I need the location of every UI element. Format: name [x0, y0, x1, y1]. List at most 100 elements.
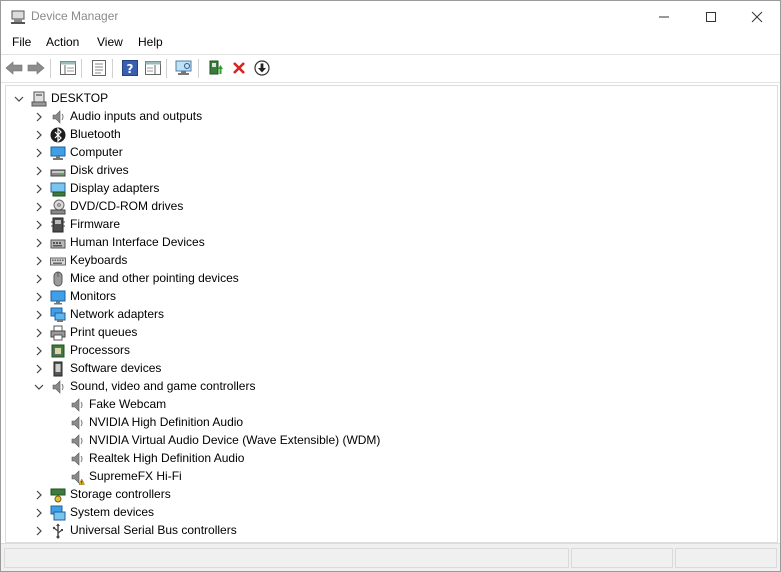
chevron-right-icon[interactable] [34, 165, 44, 177]
toolbar: ? [1, 54, 780, 83]
tree-category-software-devices[interactable]: Software devices [6, 360, 766, 378]
toolbar-separator [81, 59, 82, 78]
tree-category-computer[interactable]: Computer [6, 144, 766, 162]
menu-file[interactable]: File [12, 35, 31, 49]
show-hide-console-tree-icon [60, 61, 76, 75]
tree-category-audio-inputs-and-outputs[interactable]: Audio inputs and outputs [6, 108, 766, 126]
firmware-icon [51, 217, 65, 233]
tree-category-processors[interactable]: Processors [6, 342, 766, 360]
minimize-button[interactable] [641, 1, 687, 32]
menu-bar: File Action View Help [1, 32, 780, 53]
tree-category-bluetooth[interactable]: Bluetooth [6, 126, 766, 144]
mouse-icon [53, 271, 63, 287]
tree-category-keyboards[interactable]: Keyboards [6, 252, 766, 270]
menu-view[interactable]: View [97, 35, 123, 49]
tree-category-system-devices[interactable]: System devices [6, 504, 766, 522]
properties-button[interactable] [90, 59, 108, 77]
tree-root-label: DESKTOP [51, 91, 109, 105]
tree-category-print-queues[interactable]: Print queues [6, 324, 766, 342]
tree-category-display-adapters[interactable]: Display adapters [6, 180, 766, 198]
uninstall-device-icon [233, 62, 245, 74]
tree-category-universal-serial-bus-controllers[interactable]: Universal Serial Bus controllers [6, 522, 766, 540]
chevron-right-icon[interactable] [34, 309, 44, 321]
toolbar-separator [198, 59, 199, 78]
chevron-right-icon[interactable] [34, 489, 44, 501]
menu-help[interactable]: Help [138, 35, 163, 49]
tree-category-label: Display adapters [70, 181, 160, 195]
tree-category-sound-video-and-game-controllers[interactable]: Sound, video and game controllers [6, 378, 766, 396]
status-panel-3 [675, 548, 777, 568]
tree-device-fake-webcam[interactable]: Fake Webcam [6, 396, 766, 414]
chevron-right-icon[interactable] [34, 507, 44, 519]
chevron-right-icon[interactable] [34, 237, 44, 249]
tree-device-label: NVIDIA Virtual Audio Device (Wave Extens… [89, 433, 381, 447]
forward-arrow-icon [27, 61, 45, 75]
system-device-icon [50, 505, 66, 521]
device-tree[interactable]: DESKTOP Audio inputs and outputs Bluetoot… [5, 85, 778, 543]
tree-category-label: Network adapters [70, 307, 165, 321]
chevron-right-icon[interactable] [34, 273, 44, 285]
usb-icon [52, 523, 63, 539]
chevron-down-icon[interactable] [14, 93, 24, 105]
tree-category-dvd-cd-rom-drives[interactable]: DVD/CD-ROM drives [6, 198, 766, 216]
chevron-right-icon[interactable] [34, 363, 44, 375]
chevron-right-icon[interactable] [34, 327, 44, 339]
chevron-right-icon[interactable] [34, 345, 44, 357]
svg-text:?: ? [127, 62, 134, 76]
tree-device-supremefx-hi-fi[interactable]: SupremeFX Hi-Fi [6, 468, 766, 486]
display-adapter-icon [50, 182, 66, 197]
update-driver-icon [209, 60, 223, 75]
tree-category-label: Firmware [70, 217, 120, 231]
action-pane-button[interactable] [144, 59, 162, 77]
install-driver-button[interactable] [253, 59, 271, 77]
speaker-icon [71, 434, 83, 448]
maximize-button[interactable] [688, 1, 734, 32]
chevron-right-icon[interactable] [34, 525, 44, 537]
speaker-warning-icon [71, 470, 85, 485]
show-hide-console-tree-button[interactable] [59, 59, 77, 77]
tree-category-label: Sound, video and game controllers [70, 379, 256, 393]
window-title: Device Manager [31, 9, 119, 23]
install-driver-icon [254, 60, 270, 76]
speaker-icon [71, 398, 83, 412]
chevron-right-icon[interactable] [34, 255, 44, 267]
tree-category-human-interface-devices[interactable]: Human Interface Devices [6, 234, 766, 252]
tree-device-label: SupremeFX Hi-Fi [89, 469, 182, 483]
chevron-down-icon[interactable] [34, 381, 44, 393]
tree-device-realtek-high-definition-audio[interactable]: Realtek High Definition Audio [6, 450, 766, 468]
help-button[interactable]: ? [121, 59, 139, 77]
menu-action[interactable]: Action [46, 35, 79, 49]
tree-category-storage-controllers[interactable]: Storage controllers [6, 486, 766, 504]
chevron-right-icon[interactable] [34, 201, 44, 213]
status-panel-2 [571, 548, 673, 568]
chevron-right-icon[interactable] [34, 147, 44, 159]
uninstall-device-button[interactable] [230, 59, 248, 77]
tree-device-nvidia-high-definition-audio[interactable]: NVIDIA High Definition Audio [6, 414, 766, 432]
tree-category-network-adapters[interactable]: Network adapters [6, 306, 766, 324]
close-button[interactable] [734, 1, 780, 32]
speaker-icon [52, 380, 64, 394]
tree-category-label: System devices [70, 505, 155, 519]
chevron-right-icon[interactable] [34, 183, 44, 195]
tree-category-label: Print queues [70, 325, 138, 339]
maximize-icon [706, 11, 716, 22]
chevron-right-icon[interactable] [34, 291, 44, 303]
forward-button[interactable] [27, 59, 45, 77]
update-driver-button[interactable] [207, 59, 225, 77]
tree-category-firmware[interactable]: Firmware [6, 216, 766, 234]
tree-category-mice-and-other-pointing-devices[interactable]: Mice and other pointing devices [6, 270, 766, 288]
tree-device-nvidia-virtual-audio-device-wave-extensible-wdm[interactable]: NVIDIA Virtual Audio Device (Wave Extens… [6, 432, 766, 450]
tree-category-disk-drives[interactable]: Disk drives [6, 162, 766, 180]
back-button[interactable] [5, 59, 23, 77]
chevron-right-icon[interactable] [34, 219, 44, 231]
tree-category-monitors[interactable]: Monitors [6, 288, 766, 306]
dvd-drive-icon [50, 199, 66, 215]
keyboard-icon [50, 257, 66, 266]
chevron-right-icon[interactable] [34, 129, 44, 141]
tree-root[interactable]: DESKTOP [6, 90, 766, 108]
title-bar[interactable]: Device Manager [1, 1, 780, 32]
desktop-computer-icon [31, 91, 47, 107]
chevron-right-icon[interactable] [34, 111, 44, 123]
scan-hardware-button[interactable] [175, 59, 193, 77]
toolbar-separator [112, 59, 113, 78]
